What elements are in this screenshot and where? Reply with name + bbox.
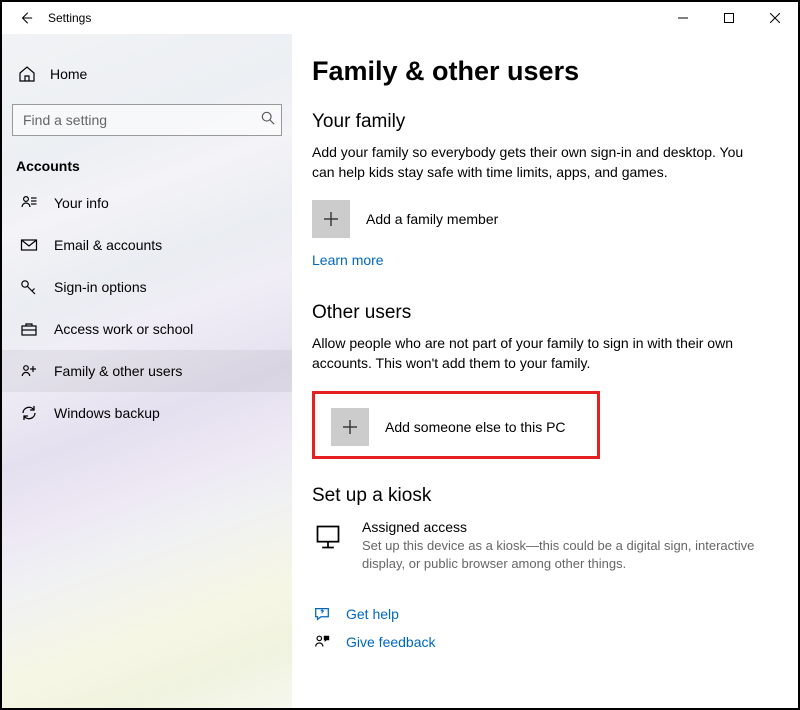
sidebar-category: Accounts: [16, 158, 282, 174]
sidebar-item-label: Access work or school: [54, 321, 193, 337]
section-desc: Add your family so everybody gets their …: [312, 143, 752, 182]
people-icon: [20, 362, 38, 380]
sidebar-item-label: Email & accounts: [54, 237, 162, 253]
sidebar-item-your-info[interactable]: Your info: [2, 182, 292, 224]
key-icon: [20, 278, 38, 296]
section-heading: Other users: [312, 302, 770, 324]
titlebar: Settings: [2, 2, 798, 34]
add-other-user-highlight: Add someone else to this PC: [312, 391, 600, 459]
add-other-user-button[interactable]: Add someone else to this PC: [331, 408, 581, 446]
assigned-access-button[interactable]: Assigned access Set up this device as a …: [312, 519, 770, 572]
sidebar-item-label: Windows backup: [54, 405, 160, 421]
mail-icon: [20, 236, 38, 254]
link-label: Give feedback: [346, 634, 436, 650]
sidebar-item-signin[interactable]: Sign-in options: [2, 266, 292, 308]
section-heading: Set up a kiosk: [312, 485, 770, 507]
sidebar: Home Accounts Your info Email & accounts: [2, 34, 292, 708]
settings-search[interactable]: [12, 104, 282, 136]
sidebar-item-work[interactable]: Access work or school: [2, 308, 292, 350]
page-title: Family & other users: [312, 56, 770, 87]
person-icon: [20, 194, 38, 212]
sidebar-item-label: Family & other users: [54, 363, 182, 379]
sync-icon: [20, 404, 38, 422]
home-icon: [18, 65, 36, 83]
section-other-users: Other users Allow people who are not par…: [312, 302, 770, 373]
monitor-icon: [312, 521, 344, 553]
search-input[interactable]: [21, 111, 261, 129]
section-desc: Allow people who are not part of your fa…: [312, 334, 752, 373]
plus-icon: [312, 200, 350, 238]
sidebar-item-backup[interactable]: Windows backup: [2, 392, 292, 434]
kiosk-item-title: Assigned access: [362, 519, 762, 535]
learn-more-link[interactable]: Learn more: [312, 252, 384, 268]
get-help-link[interactable]: Get help: [312, 604, 770, 624]
section-your-family: Your family Add your family so everybody…: [312, 111, 770, 270]
section-kiosk: Set up a kiosk Assigned access Set up th…: [312, 485, 770, 572]
sidebar-home-label: Home: [50, 66, 87, 82]
tile-label: Add someone else to this PC: [385, 419, 566, 435]
maximize-button[interactable]: [706, 2, 752, 34]
sidebar-item-label: Sign-in options: [54, 279, 147, 295]
give-feedback-link[interactable]: Give feedback: [312, 632, 770, 652]
feedback-icon: [312, 632, 332, 652]
add-family-member-button[interactable]: Add a family member: [312, 200, 770, 238]
search-icon: [261, 111, 275, 130]
close-button[interactable]: [752, 2, 798, 34]
link-label: Get help: [346, 606, 399, 622]
window-title: Settings: [48, 11, 91, 25]
chat-icon: [312, 604, 332, 624]
back-icon[interactable]: [18, 10, 34, 26]
section-heading: Your family: [312, 111, 770, 133]
help-links: Get help Give feedback: [312, 604, 770, 652]
sidebar-item-email[interactable]: Email & accounts: [2, 224, 292, 266]
minimize-button[interactable]: [660, 2, 706, 34]
content-area: Family & other users Your family Add you…: [292, 34, 798, 708]
sidebar-item-family[interactable]: Family & other users: [2, 350, 292, 392]
plus-icon: [331, 408, 369, 446]
briefcase-icon: [20, 320, 38, 338]
tile-label: Add a family member: [366, 211, 498, 227]
sidebar-home[interactable]: Home: [12, 54, 282, 94]
window-controls: [660, 2, 798, 34]
kiosk-item-desc: Set up this device as a kiosk—this could…: [362, 537, 762, 572]
sidebar-item-label: Your info: [54, 195, 109, 211]
